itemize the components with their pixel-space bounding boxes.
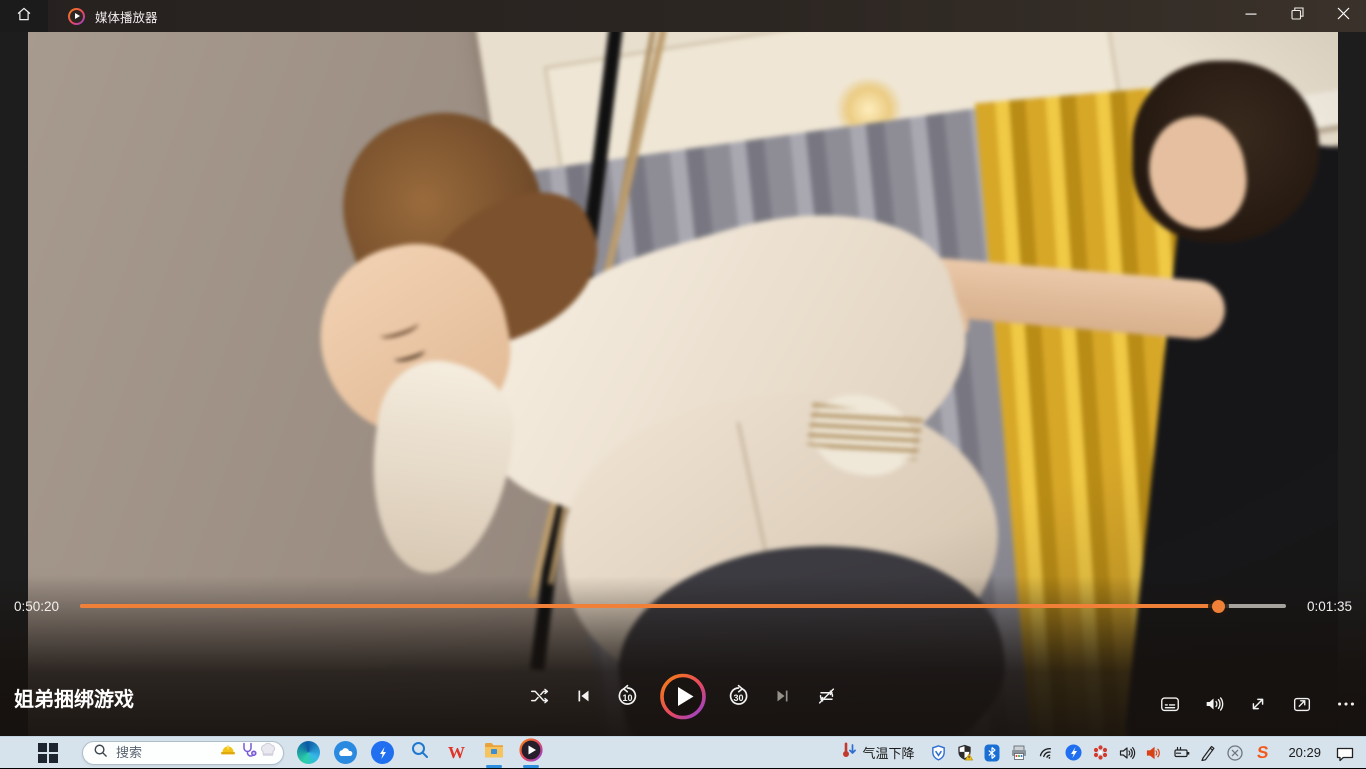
minimize-button[interactable] — [1228, 0, 1274, 32]
elapsed-time: 0:50:20 — [14, 599, 64, 614]
taskbar-app-media-player[interactable] — [512, 737, 549, 769]
hard-hat-icon — [219, 741, 237, 764]
flash-icon[interactable] — [1062, 741, 1084, 765]
weather-widget[interactable]: 气温下降 — [840, 741, 914, 764]
taskbar-app-search[interactable] — [401, 737, 438, 769]
seek-bar[interactable] — [80, 604, 1286, 608]
video-title: 姐弟捆绑游戏 — [14, 683, 134, 712]
flash-center-icon — [371, 741, 394, 764]
restore-button[interactable] — [1274, 0, 1320, 32]
titlebar: 媒体播放器 — [0, 0, 1366, 32]
minimize-icon — [1245, 7, 1257, 25]
bluetooth-icon[interactable] — [981, 741, 1003, 765]
printer-icon[interactable] — [1008, 741, 1030, 765]
shuffle-icon — [529, 685, 551, 707]
more-icon — [1335, 693, 1357, 715]
mini-player-button[interactable] — [1290, 692, 1314, 716]
mini-player-icon — [1291, 693, 1313, 715]
wps-office-icon: W — [448, 743, 465, 763]
browser-cloud-icon — [334, 741, 357, 764]
defender-alert-icon[interactable] — [954, 741, 976, 765]
start-button[interactable] — [28, 737, 68, 769]
taskbar: W — [0, 736, 1366, 768]
media-player-window: 媒体播放器 — [0, 0, 1366, 736]
chef-hat-icon — [259, 741, 277, 764]
running-indicator — [486, 765, 502, 768]
repeat-off-button[interactable] — [815, 684, 839, 708]
secondary-controls — [1158, 692, 1358, 716]
media-player-icon — [519, 738, 543, 767]
volume-icon — [1203, 693, 1225, 715]
skip-30-label: 30 — [727, 693, 751, 703]
flower-icon[interactable] — [1089, 741, 1111, 765]
volume-outline-icon[interactable] — [1116, 741, 1138, 765]
running-indicator — [523, 765, 539, 768]
player-content-area: 0:50:20 0:01:35 姐弟捆绑游戏 — [0, 32, 1366, 736]
volume-red-icon[interactable] — [1143, 741, 1165, 765]
previous-icon — [574, 686, 594, 706]
search-icon — [93, 743, 108, 763]
home-icon — [15, 5, 33, 28]
taskbar-apps: W — [290, 737, 549, 769]
rewind-10-button[interactable]: 10 — [616, 684, 640, 708]
shield-v-icon[interactable] — [927, 741, 949, 765]
subtitles-button[interactable] — [1158, 692, 1182, 716]
app-logo-icon — [68, 8, 85, 25]
shuffle-button[interactable] — [528, 684, 552, 708]
next-button[interactable] — [771, 684, 795, 708]
search-highlight-badges — [219, 741, 277, 764]
fullscreen-icon — [1247, 693, 1269, 715]
taskbar-app-wps[interactable]: W — [438, 737, 475, 769]
seek-progress — [80, 604, 1218, 608]
taskbar-app-file-explorer[interactable] — [475, 737, 512, 769]
restore-icon — [1291, 7, 1304, 25]
weather-label: 气温下降 — [862, 743, 914, 762]
stethoscope-icon — [239, 741, 257, 764]
edge-icon — [297, 741, 320, 764]
transport-controls: 10 — [528, 668, 839, 724]
system-tray: 气温下降 — [840, 741, 1366, 765]
home-button[interactable] — [8, 0, 40, 32]
tray-clock[interactable]: 20:29 — [1278, 745, 1329, 760]
disconnect-icon[interactable] — [1224, 741, 1246, 765]
volume-button[interactable] — [1202, 692, 1226, 716]
sogou-icon[interactable]: S — [1251, 741, 1273, 765]
app-title: 媒体播放器 — [95, 7, 158, 26]
close-icon — [1337, 7, 1350, 25]
remaining-time: 0:01:35 — [1302, 599, 1352, 614]
seek-handle[interactable] — [1212, 600, 1225, 613]
battery-icon[interactable] — [1170, 741, 1192, 765]
close-button[interactable] — [1320, 0, 1366, 32]
fullscreen-button[interactable] — [1246, 692, 1270, 716]
previous-button[interactable] — [572, 684, 596, 708]
pen-icon[interactable] — [1197, 741, 1219, 765]
seek-row: 0:50:20 0:01:35 — [0, 592, 1366, 620]
skip-30-button[interactable]: 30 — [727, 684, 751, 708]
next-icon — [773, 686, 793, 706]
rewind-10-label: 10 — [616, 693, 640, 703]
taskbar-app-edge[interactable] — [290, 737, 327, 769]
taskbar-search[interactable] — [82, 741, 284, 765]
more-button[interactable] — [1334, 692, 1358, 716]
play-button[interactable] — [660, 673, 707, 720]
search-input[interactable] — [116, 745, 208, 760]
notification-bubble-icon[interactable] — [1334, 741, 1356, 765]
taskbar-app-browser-cloud[interactable] — [327, 737, 364, 769]
wifi-icon[interactable] — [1035, 741, 1057, 765]
taskbar-app-flash-center[interactable] — [364, 737, 401, 769]
windows-logo-icon — [38, 743, 58, 763]
thermometer-down-icon — [840, 741, 858, 764]
subtitles-icon — [1159, 693, 1181, 715]
window-controls — [1228, 0, 1366, 32]
repeat-off-icon — [816, 685, 838, 707]
controls-row: 姐弟捆绑游戏 — [0, 668, 1366, 728]
file-explorer-icon — [483, 739, 505, 766]
nav-strip — [0, 0, 48, 32]
search-app-icon — [410, 740, 430, 765]
play-icon — [660, 673, 707, 720]
